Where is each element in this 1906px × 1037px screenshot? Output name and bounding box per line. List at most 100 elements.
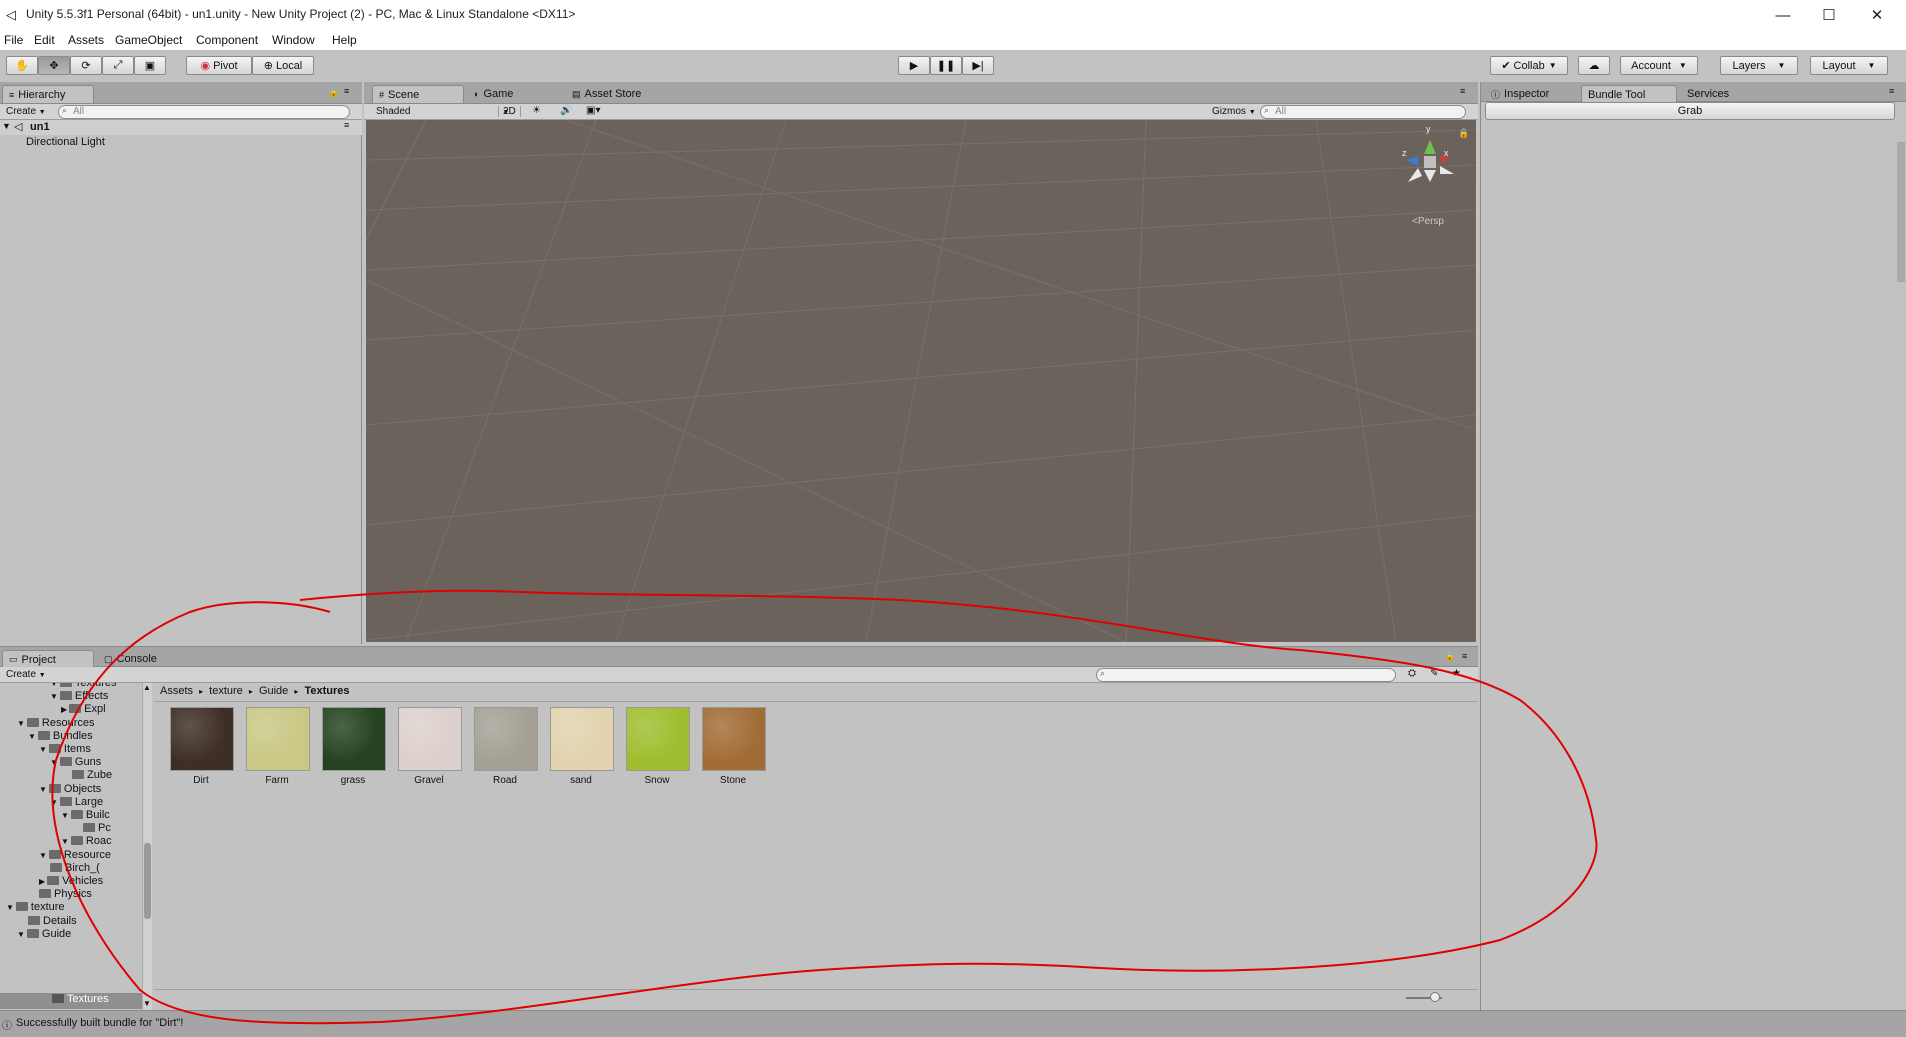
menu-gameobject[interactable]: GameObject xyxy=(115,33,182,47)
expand-arrow-icon[interactable]: ▼ xyxy=(50,758,58,767)
tree-item[interactable]: ▼ Builc xyxy=(61,809,110,821)
step-button[interactable]: ▶| xyxy=(962,56,994,75)
asset-thumbnail[interactable] xyxy=(474,707,538,771)
scale-tool-button[interactable]: ⤢ xyxy=(102,56,134,75)
tree-item[interactable]: ▶ Expl xyxy=(61,703,106,715)
lock-icon[interactable]: 🔒 xyxy=(328,87,339,98)
menu-edit[interactable]: Edit xyxy=(34,33,55,47)
tab-hierarchy[interactable]: ≡ Hierarchy xyxy=(2,85,94,103)
cloud-button[interactable]: ☁ xyxy=(1578,56,1610,75)
zoom-slider-handle[interactable] xyxy=(1430,992,1440,1002)
tab-bundle-tool[interactable]: Bundle Tool xyxy=(1581,85,1677,103)
asset-thumbnail[interactable] xyxy=(322,707,386,771)
expand-arrow-icon[interactable]: ▼ xyxy=(39,851,47,860)
expand-arrow-icon[interactable]: ▼ xyxy=(39,745,47,754)
audio-toggle-icon[interactable]: 🔊 xyxy=(560,105,572,116)
menu-file[interactable]: File xyxy=(4,33,23,47)
scene-row[interactable]: ▼ ◁ un1 ≡ xyxy=(0,120,362,135)
tree-selected-item[interactable]: Textures xyxy=(52,993,109,1005)
gizmos-dropdown[interactable]: Gizmos ▼ xyxy=(1212,106,1256,117)
shading-dropdown[interactable]: Shaded ▼ xyxy=(376,106,509,117)
menu-assets[interactable]: Assets xyxy=(68,33,104,47)
favorite-icon[interactable]: ★ xyxy=(1452,668,1461,679)
breadcrumb-guide[interactable]: Guide xyxy=(259,685,288,697)
collab-dropdown[interactable]: ✔ Collab ▼ xyxy=(1490,56,1568,75)
tree-item[interactable]: ▼ Resource xyxy=(39,849,111,861)
asset-thumbnail[interactable] xyxy=(626,707,690,771)
menu-window[interactable]: Window xyxy=(272,33,315,47)
project-create-dropdown[interactable]: Create ▼ xyxy=(6,669,46,680)
asset-thumbnail[interactable] xyxy=(170,707,234,771)
move-tool-button[interactable]: ✥ xyxy=(38,56,70,75)
expand-arrow-icon[interactable]: ▼ xyxy=(17,719,25,728)
expand-arrow-icon[interactable]: ▼ xyxy=(6,903,14,912)
asset-thumbnail[interactable] xyxy=(702,707,766,771)
tab-inspector[interactable]: ⓘ Inspector xyxy=(1485,85,1569,103)
tab-project[interactable]: ▭ Project xyxy=(2,650,94,668)
menu-component[interactable]: Component xyxy=(196,33,258,47)
tree-scrollbar[interactable]: ▲ ▼ xyxy=(142,683,152,1011)
panel-menu-icon[interactable]: ≡ xyxy=(1462,651,1467,661)
tree-item[interactable]: Details xyxy=(28,915,77,927)
asset-thumbnail[interactable] xyxy=(246,707,310,771)
menu-help[interactable]: Help xyxy=(332,33,357,47)
orientation-gizmo[interactable] xyxy=(1386,126,1466,196)
expand-arrow-icon[interactable]: ▼ xyxy=(28,732,36,741)
close-button[interactable]: ✕ xyxy=(1854,0,1900,30)
tree-item[interactable]: Birch_( xyxy=(50,862,100,874)
tree-item[interactable]: ▼ Textures xyxy=(50,683,117,689)
pause-button[interactable]: ❚❚ xyxy=(930,56,962,75)
perspective-toggle[interactable]: <Persp xyxy=(1412,216,1444,227)
rect-tool-button[interactable]: ▣ xyxy=(134,56,166,75)
tab-console[interactable]: ▢ Console xyxy=(98,650,180,668)
breadcrumb-assets[interactable]: Assets xyxy=(160,685,193,697)
expand-arrow-icon[interactable]: ▼ xyxy=(50,683,58,688)
scroll-up-icon[interactable]: ▲ xyxy=(143,683,151,692)
scene-viewport[interactable]: y z x 🔒 <Persp xyxy=(366,120,1476,642)
tree-item[interactable]: ▼ Guide xyxy=(17,928,71,940)
tree-item[interactable]: ▼ Objects xyxy=(39,783,101,795)
tree-item[interactable]: Pc xyxy=(83,822,111,834)
inspector-scrollbar[interactable] xyxy=(1897,142,1905,282)
tree-item[interactable]: ▼ texture xyxy=(6,901,65,913)
tree-item[interactable]: ▼ Bundles xyxy=(28,730,93,742)
account-dropdown[interactable]: Account ▼ xyxy=(1620,56,1698,75)
expand-arrow-icon[interactable]: ▼ xyxy=(61,811,69,820)
tree-item[interactable]: ▼ Effects xyxy=(50,690,108,702)
tree-item[interactable]: ▼ Resources xyxy=(17,717,95,729)
light-toggle-icon[interactable]: ☀ xyxy=(532,105,541,116)
layers-dropdown[interactable]: Layers ▼ xyxy=(1720,56,1798,75)
maximize-button[interactable]: ☐ xyxy=(1806,0,1852,30)
grab-button[interactable]: Grab xyxy=(1485,102,1895,120)
filter-type-icon[interactable]: ⛭ xyxy=(1408,668,1416,679)
hand-tool-button[interactable]: ✋ xyxy=(6,56,38,75)
expand-arrow-icon[interactable]: ▼ xyxy=(39,785,47,794)
2d-toggle[interactable]: 2D xyxy=(498,106,521,117)
tree-item[interactable]: Zube xyxy=(72,769,112,781)
tab-scene[interactable]: # Scene xyxy=(372,85,464,103)
tab-asset-store[interactable]: ▤ Asset Store xyxy=(566,85,676,103)
minimize-button[interactable]: — xyxy=(1760,0,1806,30)
hierarchy-create-dropdown[interactable]: Create ▼ xyxy=(6,106,46,117)
expand-arrow-icon[interactable]: ▶ xyxy=(39,877,45,886)
hierarchy-item[interactable]: Directional Light xyxy=(26,136,105,148)
layout-dropdown[interactable]: Layout ▼ xyxy=(1810,56,1888,75)
tree-item[interactable]: Physics xyxy=(39,888,92,900)
tree-item[interactable]: ▼ Roac xyxy=(61,835,112,847)
scene-menu-icon[interactable]: ≡ xyxy=(344,120,349,130)
expand-arrow-icon[interactable]: ▼ xyxy=(50,798,58,807)
expand-arrow-icon[interactable]: ▼ xyxy=(50,692,58,701)
lock-icon[interactable]: 🔒 xyxy=(1444,651,1455,662)
breadcrumb-texture[interactable]: texture xyxy=(209,685,243,697)
scene-search-input[interactable]: All xyxy=(1260,105,1466,119)
expand-arrow-icon[interactable]: ▼ xyxy=(61,837,69,846)
tree-scroll-thumb[interactable] xyxy=(144,843,151,919)
pivot-toggle[interactable]: ◉ Pivot xyxy=(186,56,252,75)
status-message[interactable]: Successfully built bundle for "Dirt"! xyxy=(16,1017,183,1029)
breadcrumb-textures[interactable]: Textures xyxy=(304,685,349,697)
tree-item[interactable]: ▶ Vehicles xyxy=(39,875,103,887)
play-button[interactable]: ▶ xyxy=(898,56,930,75)
panel-menu-icon[interactable]: ≡ xyxy=(1460,86,1465,96)
tree-item[interactable]: ▼ Guns xyxy=(50,756,101,768)
filter-label-icon[interactable]: ✎ xyxy=(1430,668,1438,679)
